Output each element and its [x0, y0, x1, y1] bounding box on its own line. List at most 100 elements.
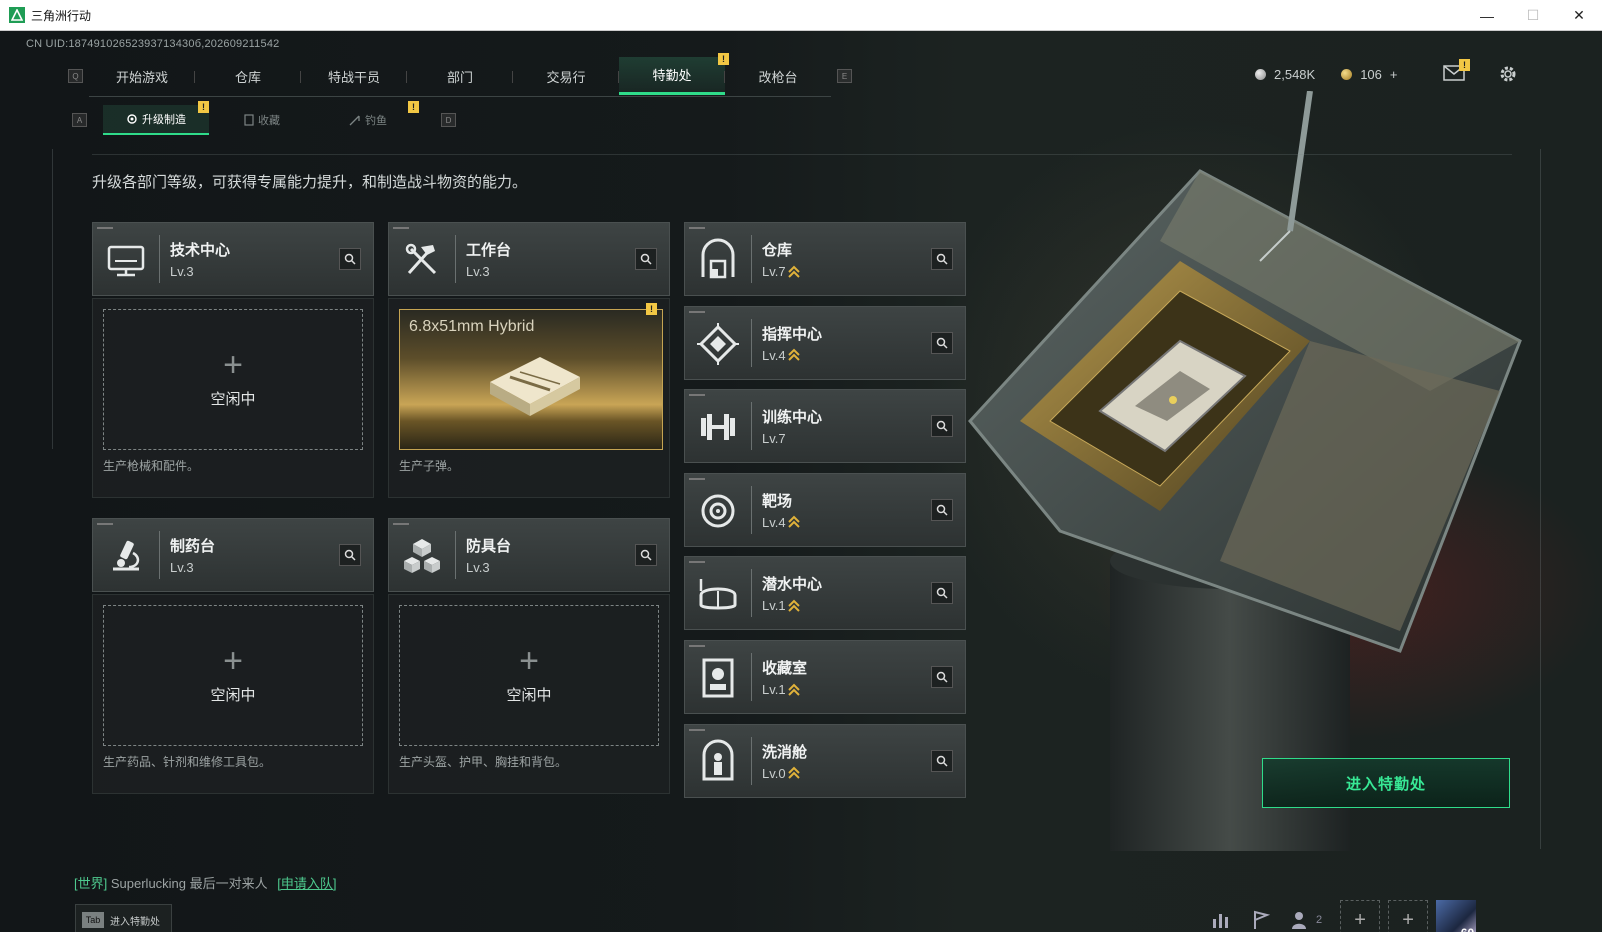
- card-corner: [689, 645, 705, 647]
- player-level: 60: [1461, 926, 1474, 932]
- tab-trading[interactable]: 交易行: [513, 57, 619, 95]
- tab-key: Tab: [82, 912, 104, 928]
- upgrade-available-icon: [787, 766, 800, 779]
- subtab-fishing[interactable]: 钓鱼 !: [315, 101, 421, 135]
- facility-level-row: Lv.7: [762, 431, 786, 446]
- facility-card[interactable]: 洗消舱 Lv.0: [684, 723, 966, 798]
- gold-coin-icon: [1341, 68, 1353, 80]
- inspect-button[interactable]: [931, 666, 953, 688]
- add-slot-button[interactable]: +: [1388, 900, 1429, 932]
- inspect-button[interactable]: [339, 544, 361, 566]
- card-corner: [393, 523, 409, 525]
- subnav-next-key[interactable]: D: [441, 113, 456, 127]
- friends-icon: [1292, 912, 1306, 929]
- card-separator: [159, 235, 160, 283]
- tab-operators[interactable]: 特战干员: [301, 57, 407, 95]
- craft-slot-empty[interactable]: + 空闲中: [103, 309, 363, 450]
- inspect-button[interactable]: [339, 248, 361, 270]
- facility-level: Lv.0: [762, 765, 786, 781]
- nav-next-key[interactable]: E: [837, 69, 852, 83]
- workstation-panel-workbench: 6.8x51mm Hybrid ! 生产子弹。: [388, 298, 670, 498]
- tab-gunsmith[interactable]: 改枪台: [725, 57, 831, 95]
- facility-card[interactable]: 仓库 Lv.7: [684, 222, 966, 296]
- search-icon: [936, 504, 948, 516]
- facility-name: 仓库: [762, 242, 793, 259]
- card-corner: [97, 227, 113, 229]
- card-corner: [393, 227, 409, 229]
- workstation-panel-pharmacy: + 空闲中 生产药品、针剂和维修工具包。: [92, 594, 374, 794]
- app-logo-icon: [9, 7, 25, 23]
- workstation-card-workbench[interactable]: 工作台 Lv.3: [388, 222, 670, 296]
- subtab-collection[interactable]: 收藏: [209, 105, 315, 135]
- inspect-button[interactable]: [635, 544, 657, 566]
- subtab-upgrade-craft[interactable]: 升级制造 !: [103, 101, 209, 135]
- stats-icon[interactable]: [1210, 909, 1232, 931]
- chat-user[interactable]: Superlucking: [111, 876, 186, 891]
- inspect-button[interactable]: [931, 749, 953, 772]
- crafting-item-name: 6.8x51mm Hybrid: [409, 318, 535, 335]
- workstation-card-armor[interactable]: 防具台 Lv.3: [388, 518, 670, 592]
- maximize-button[interactable]: ☐: [1510, 0, 1556, 31]
- facility-level-row: Lv.4: [762, 515, 800, 530]
- facility-card[interactable]: 潜水中心 Lv.1: [684, 556, 966, 631]
- craft-slot-empty[interactable]: + 空闲中: [399, 605, 659, 746]
- chat-channel: [世界]: [74, 876, 108, 891]
- close-button[interactable]: ✕: [1556, 0, 1602, 31]
- facility-card[interactable]: 收藏室 Lv.1: [684, 640, 966, 714]
- card-corner: [97, 523, 113, 525]
- dumbbell-icon: [701, 414, 735, 441]
- search-icon: [344, 549, 356, 561]
- inspect-button[interactable]: [931, 248, 953, 270]
- tab-hint-button[interactable]: Tab 进入特勤处: [75, 904, 172, 932]
- search-icon: [640, 549, 652, 561]
- workstation-level: Lv.3: [170, 264, 194, 279]
- facility-level: Lv.1: [762, 682, 786, 697]
- friends-button[interactable]: 2: [1290, 909, 1322, 931]
- card-separator: [455, 531, 456, 579]
- search-icon: [640, 253, 652, 265]
- craft-slot-empty[interactable]: + 空闲中: [103, 605, 363, 746]
- tab-warehouse[interactable]: 仓库: [195, 57, 301, 95]
- facility-card[interactable]: 靶场 Lv.4: [684, 472, 966, 547]
- card-separator: [159, 531, 160, 579]
- facility-card[interactable]: 指挥中心 Lv.4: [684, 305, 966, 380]
- silver-coin-icon: [1255, 68, 1266, 80]
- header-divider: [92, 154, 1512, 155]
- minimize-button[interactable]: —: [1464, 0, 1510, 31]
- inspect-button[interactable]: [931, 582, 953, 605]
- tab-start-game[interactable]: 开始游戏: [89, 57, 195, 95]
- bottom-toolbar: 2 + + 60: [1210, 898, 1477, 932]
- workstation-card-tech-center[interactable]: 技术中心 Lv.3: [92, 222, 374, 296]
- inspect-button[interactable]: [931, 498, 953, 521]
- avatar[interactable]: 60: [1436, 900, 1477, 932]
- crafting-item-card[interactable]: 6.8x51mm Hybrid: [399, 309, 663, 450]
- upgrade-available-icon: [787, 265, 800, 278]
- gear-icon[interactable]: [1498, 64, 1518, 84]
- flag-icon[interactable]: [1250, 909, 1272, 931]
- apply-join-link[interactable]: [申请入队]: [277, 876, 336, 891]
- workstation-level: Lv.3: [466, 264, 490, 279]
- command-chip-icon: [697, 322, 739, 365]
- inspect-button[interactable]: [635, 248, 657, 270]
- workstation-card-pharmacy[interactable]: 制药台 Lv.3: [92, 518, 374, 592]
- tab-department[interactable]: 部门: [407, 57, 513, 95]
- workstation-desc: 生产头盔、护甲、胸挂和背包。: [399, 755, 568, 769]
- inspect-button[interactable]: [931, 415, 953, 438]
- microscope-icon: [113, 540, 140, 571]
- subnav-prev-key[interactable]: A: [72, 113, 87, 127]
- nav-prev-key[interactable]: Q: [68, 69, 83, 83]
- tab-special-ops[interactable]: 特勤处 !: [619, 53, 729, 95]
- card-separator: [751, 235, 752, 283]
- facility-level: Lv.1: [762, 598, 786, 614]
- main-nav: Q 开始游戏 仓库 特战干员 部门 交易行 特勤处 ! 改枪台 E: [68, 53, 852, 97]
- add-currency-button[interactable]: +: [1390, 67, 1398, 82]
- add-slot-button[interactable]: +: [1340, 900, 1381, 932]
- craft-icon: [127, 114, 137, 124]
- inspect-button[interactable]: [931, 331, 953, 354]
- slot-status: 空闲中: [210, 391, 256, 408]
- facility-card[interactable]: 训练中心 Lv.7: [684, 389, 966, 464]
- enter-special-ops-button[interactable]: 进入特勤处: [1262, 758, 1510, 808]
- add-icon: +: [223, 642, 243, 680]
- card-corner: [689, 477, 705, 480]
- workstation-level: Lv.3: [170, 560, 194, 575]
